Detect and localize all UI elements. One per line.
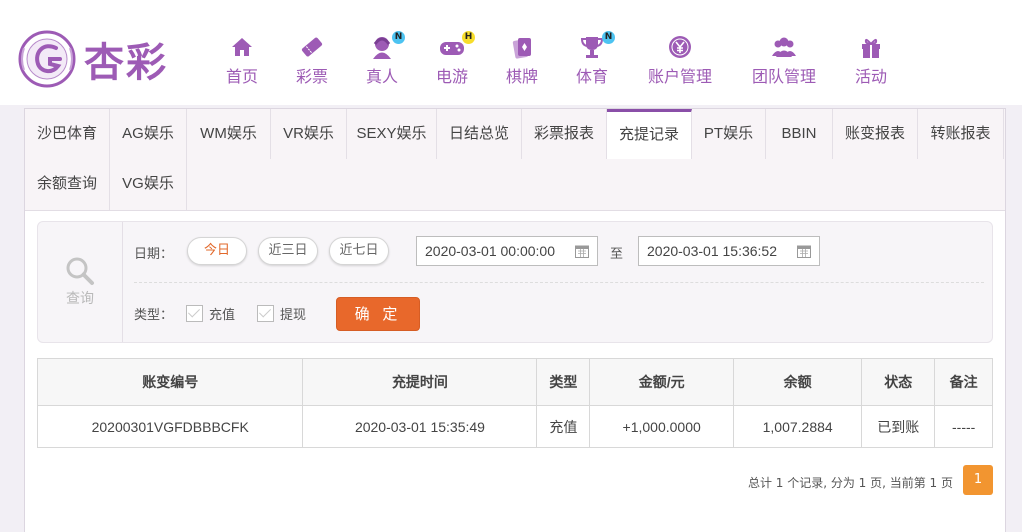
tab-saba-sports[interactable]: 沙巴体育 — [25, 109, 110, 159]
col-status: 状态 — [861, 358, 936, 406]
site-logo[interactable]: 杏彩 — [16, 28, 176, 90]
search-label: 查询 — [66, 291, 94, 307]
tab-vr[interactable]: VR娱乐 — [271, 109, 347, 159]
to-label: 至 — [610, 247, 624, 262]
cell-transaction-id: 20200301VGFDBBBCFK — [36, 405, 304, 448]
nav-label: 团队管理 — [752, 67, 817, 86]
nav-label: 彩票 — [296, 67, 329, 86]
col-transaction-id: 账变编号 — [36, 358, 304, 406]
today-button[interactable]: 今日 — [187, 237, 247, 265]
cell-status: 已到账 — [861, 405, 936, 448]
col-type: 类型 — [536, 358, 591, 406]
new-badge: N — [602, 31, 615, 44]
nav-cards[interactable]: 棋牌 — [506, 34, 538, 87]
tab-pt[interactable]: PT娱乐 — [692, 109, 766, 159]
col-time: 充提时间 — [302, 358, 538, 406]
last-3-days-button[interactable]: 近三日 — [258, 237, 318, 265]
nav-promotions[interactable]: 活动 — [855, 34, 887, 87]
tab-sexy[interactable]: SEXY娱乐 — [347, 109, 437, 159]
nav-team[interactable]: 团队管理 — [752, 34, 816, 87]
col-balance: 余额 — [733, 358, 863, 406]
type-label: 类型： — [134, 308, 174, 323]
nav-label: 首页 — [226, 67, 259, 86]
nav-home[interactable]: 首页 — [226, 34, 258, 87]
yen-coin-icon — [667, 34, 693, 60]
nav-label: 真人 — [366, 67, 399, 86]
tab-balance-inquiry[interactable]: 余额查询 — [25, 159, 110, 210]
tab-lottery-report[interactable]: 彩票报表 — [522, 109, 607, 159]
nav-account[interactable]: 账户管理 — [648, 34, 712, 87]
nav-label: 体育 — [576, 67, 609, 86]
trophy-icon: N — [579, 31, 615, 60]
team-icon — [771, 34, 797, 60]
logo-emblem-icon — [18, 30, 76, 88]
withdraw-checkbox[interactable]: 提现 — [257, 304, 306, 323]
tab-bbin[interactable]: BBIN — [766, 109, 833, 159]
last-7-days-button[interactable]: 近七日 — [329, 237, 389, 265]
checkbox-box[interactable] — [257, 305, 274, 322]
new-badge: N — [392, 31, 405, 44]
tab-wm[interactable]: WM娱乐 — [187, 109, 271, 159]
nav-label: 电游 — [436, 67, 469, 86]
tab-account-change-report[interactable]: 账变报表 — [833, 109, 918, 159]
search-section: 查询 — [38, 222, 123, 342]
nav-egames[interactable]: H 电游 — [436, 31, 475, 87]
page-button-1[interactable]: 1 — [963, 465, 993, 495]
nav-label: 棋牌 — [506, 67, 539, 86]
hot-badge: H — [462, 31, 475, 44]
calendar-icon — [575, 245, 589, 258]
pagination-summary: 总计 1 个记录, 分为 1 页, 当前第 1 页 — [747, 476, 953, 490]
table-header-row: 账变编号 充提时间 类型 金额/元 余额 状态 备注 — [36, 358, 993, 406]
start-date-input[interactable]: 2020-03-01 00:00:00 — [416, 236, 598, 266]
date-filter-row: 日期： 今日 近三日 近七日 2020-03-01 00:00:00 至 202… — [134, 222, 984, 283]
main-panel: 沙巴体育 AG娱乐 WM娱乐 VR娱乐 SEXY娱乐 日结总览 彩票报表 充提记… — [24, 108, 1006, 532]
report-tabs: 沙巴体育 AG娱乐 WM娱乐 VR娱乐 SEXY娱乐 日结总览 彩票报表 充提记… — [25, 109, 1005, 211]
nav-sports[interactable]: N 体育 — [576, 31, 615, 87]
cell-balance: 1,007.2884 — [733, 405, 863, 448]
col-remark: 备注 — [934, 358, 993, 406]
nav-label: 活动 — [855, 67, 888, 86]
lottery-ticket-icon — [299, 34, 325, 60]
nav-lottery[interactable]: 彩票 — [296, 34, 328, 87]
checkbox-box[interactable] — [186, 305, 203, 322]
tab-daily-summary[interactable]: 日结总览 — [437, 109, 522, 159]
logo-text: 杏彩 — [84, 39, 168, 86]
cell-amount: +1,000.0000 — [589, 405, 735, 448]
nav-live[interactable]: N 真人 — [366, 31, 405, 87]
cell-time: 2020-03-01 15:35:49 — [302, 405, 538, 448]
withdraw-label: 提现 — [280, 308, 307, 323]
gift-icon — [858, 34, 884, 60]
deposit-label: 充值 — [209, 308, 236, 323]
live-dealer-icon: N — [369, 31, 405, 60]
cell-type: 充值 — [536, 405, 591, 448]
cell-remark: ----- — [934, 405, 993, 448]
playing-cards-icon — [509, 34, 535, 60]
table-row: 20200301VGFDBBBCFK 2020-03-01 15:35:49 充… — [36, 405, 993, 448]
tab-transfer-report[interactable]: 转账报表 — [918, 109, 1004, 159]
search-panel: 查询 日期： 今日 近三日 近七日 2020-03-01 00:00:00 至 … — [37, 221, 993, 343]
tab-ag[interactable]: AG娱乐 — [110, 109, 187, 159]
calendar-icon — [797, 245, 811, 258]
confirm-button[interactable]: 确 定 — [336, 297, 420, 331]
gamepad-icon: H — [439, 31, 475, 60]
end-date-input[interactable]: 2020-03-01 15:36:52 — [638, 236, 820, 266]
col-amount: 金额/元 — [589, 358, 735, 406]
start-date-value: 2020-03-01 00:00:00 — [425, 243, 555, 259]
tab-vg[interactable]: VG娱乐 — [110, 159, 187, 210]
search-icon — [66, 257, 94, 285]
type-filter-row: 类型： 充值 提现 确 定 — [134, 283, 984, 343]
tab-deposit-withdraw-records[interactable]: 充提记录 — [607, 109, 692, 159]
top-header: 杏彩 首页 彩票 N 真人 H 电游 棋牌 N 体育 账户管理 团队管理 活动 — [0, 0, 1022, 105]
home-icon — [229, 34, 255, 60]
end-date-value: 2020-03-01 15:36:52 — [647, 243, 777, 259]
deposit-checkbox[interactable]: 充值 — [186, 304, 235, 323]
records-table: 账变编号 充提时间 类型 金额/元 余额 状态 备注 20200301VGFDB… — [36, 358, 993, 448]
nav-label: 账户管理 — [648, 67, 713, 86]
date-label: 日期： — [134, 247, 174, 262]
